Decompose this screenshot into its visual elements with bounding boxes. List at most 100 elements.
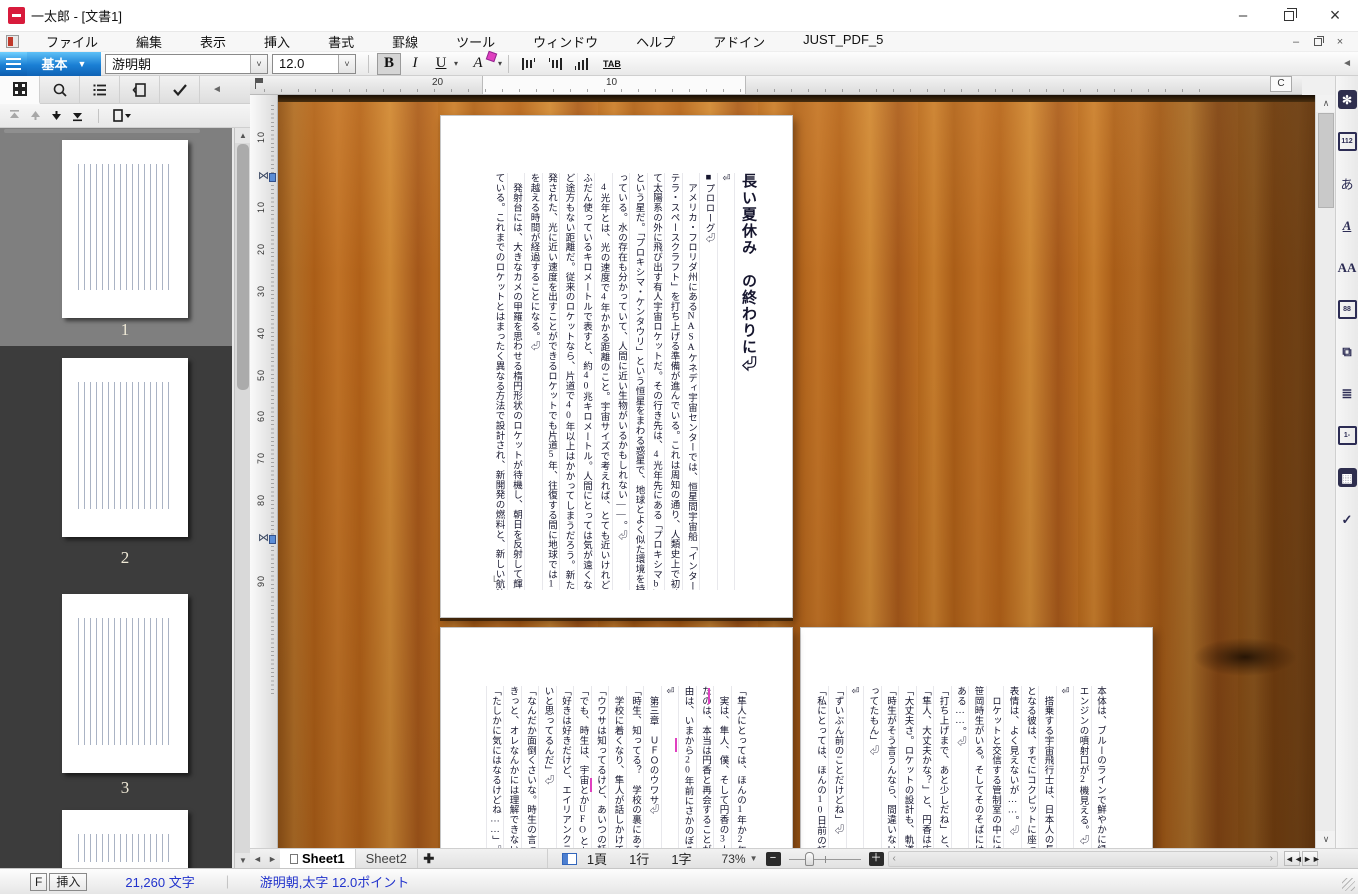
add-sheet-button[interactable]: ✚ [418, 851, 440, 867]
tab-settings-button[interactable]: TAB [603, 59, 621, 69]
document-horizontal-scrollbar[interactable]: ‹ › [888, 851, 1279, 867]
sidebar-collapse-button[interactable]: ◄ [206, 76, 228, 103]
scroll-up-icon[interactable]: ∧ [1316, 95, 1336, 112]
outline-lines-icon[interactable]: ≣ [1338, 384, 1357, 403]
check-mark-icon[interactable]: ✓ [1338, 510, 1357, 529]
restore-button[interactable] [1266, 0, 1312, 32]
media-clip-icon[interactable]: 88 [1338, 300, 1357, 319]
edit-mark [590, 778, 592, 792]
page-display-icon[interactable] [113, 109, 133, 122]
last-page-icon[interactable] [71, 109, 84, 122]
resize-grip[interactable] [1342, 878, 1355, 891]
document-page-3[interactable]: 「隼人にとっては、ほんの1年か2年の 実は、隼人、僕、そして円香の3人はたのは、… [440, 627, 793, 848]
checker-grid-icon[interactable]: ▦ [1338, 468, 1357, 487]
italic-button[interactable]: I [403, 53, 427, 75]
sheet-tab-2[interactable]: Sheet2 [356, 849, 418, 869]
tab-proofread[interactable] [160, 76, 200, 104]
hamburger-menu-button[interactable] [0, 52, 27, 76]
first-page-icon[interactable] [8, 109, 21, 122]
doc-restore-button[interactable] [1314, 38, 1322, 46]
zoom-slider[interactable] [789, 852, 861, 866]
menu-item[interactable]: 挿入 [245, 32, 309, 51]
sheet-next-button[interactable]: ► [265, 854, 280, 864]
close-button[interactable]: × [1312, 0, 1358, 32]
document-page-2[interactable]: 本体は、ブルーのラインで鮮やかに縁取らエンジンの噴射口が2機見える。⏎⏎ 搭乗す… [800, 627, 1153, 848]
insert-mode-button[interactable]: 挿入 [49, 873, 87, 891]
document-page-1[interactable]: 長い夏休み の終わりに⏎⏎■プロローグ⏎ アメリカ・フロリダ州にあるNASAケネ… [440, 115, 793, 618]
align-bottom-button[interactable] [569, 53, 593, 75]
scroll-right-icon[interactable]: › [1270, 853, 1273, 864]
font-size-combo[interactable]: 12.0 ˅ [272, 54, 356, 74]
thumbnail-pane-scrollbar[interactable] [4, 129, 200, 133]
bold-button[interactable]: B [377, 53, 401, 75]
chevron-down-icon[interactable]: ˅ [250, 55, 267, 73]
next-page-button[interactable]: ►► [1302, 851, 1318, 866]
status-panel-icon[interactable] [562, 853, 577, 865]
font-name-combo[interactable]: 游明朝 ˅ [105, 54, 268, 74]
underline-button[interactable]: U [429, 53, 453, 75]
tab-page-operations[interactable] [120, 76, 160, 104]
page-thumbnail-1[interactable] [62, 140, 188, 318]
sheet-prev-button[interactable]: ◄ [250, 854, 265, 864]
margin-marker-bottom[interactable]: ⋈ [258, 533, 269, 543]
scrollbar-thumb[interactable] [1318, 113, 1334, 208]
font-size-icon[interactable]: AA [1338, 258, 1357, 277]
page-number-icon[interactable]: 1- [1338, 426, 1357, 445]
column-marker[interactable]: C [1270, 76, 1292, 92]
tab-search[interactable] [40, 76, 80, 104]
scroll-down-icon[interactable]: ▼ [235, 853, 251, 868]
scroll-down-icon[interactable]: ∨ [1316, 831, 1336, 848]
zoom-in-button[interactable]: ＋ [869, 852, 884, 866]
scroll-up-icon[interactable]: ▲ [235, 128, 251, 143]
tab-thumbnails[interactable] [0, 76, 40, 104]
document-canvas[interactable]: 長い夏休み の終わりに⏎⏎■プロローグ⏎ アメリカ・フロリダ州にあるNASAケネ… [278, 95, 1315, 848]
page-thumbnail-4[interactable] [62, 810, 188, 868]
scrollbar-thumb[interactable] [237, 144, 249, 390]
toolbar-collapse-button[interactable]: ◄ [1342, 58, 1352, 69]
zoom-level[interactable]: 73% [722, 852, 746, 866]
menu-item[interactable]: アドイン [694, 32, 784, 51]
zoom-slider-handle[interactable] [805, 852, 814, 866]
font-style-icon[interactable]: A [1338, 216, 1357, 235]
scroll-left-icon[interactable]: ‹ [893, 853, 896, 864]
doc-close-button[interactable]: × [1332, 36, 1348, 48]
align-center-button[interactable] [543, 53, 567, 75]
calendar-icon[interactable]: 112 [1338, 132, 1357, 151]
sidebar-scrollbar[interactable]: ▲ ▼ [234, 128, 250, 868]
margin-marker-top[interactable]: ⋈ [258, 171, 269, 181]
menu-item[interactable]: ウィンドウ [514, 32, 617, 51]
flag-icon[interactable] [253, 77, 265, 89]
menu-item[interactable]: 書式 [309, 32, 373, 51]
zoom-dropdown-icon[interactable]: ▼ [750, 854, 758, 863]
prev-page-button[interactable]: ◄◄ [1284, 851, 1300, 866]
f-mode-button[interactable]: F [30, 873, 47, 891]
menu-item[interactable]: JUST_PDF_5 [784, 32, 902, 51]
font-status: 游明朝,太字 12.0ポイント [260, 872, 410, 891]
document-vertical-scrollbar[interactable]: ∧ ∨ [1315, 95, 1335, 848]
menu-item[interactable]: 罫線 [373, 32, 437, 51]
text-column: ⏎ [1056, 686, 1074, 848]
align-top-button[interactable] [517, 53, 541, 75]
minimize-button[interactable]: – [1220, 0, 1266, 32]
next-page-icon[interactable] [50, 109, 63, 122]
prev-page-icon[interactable] [29, 109, 42, 122]
doc-minimize-button[interactable]: – [1288, 36, 1304, 48]
font-color-button[interactable]: A [466, 53, 490, 75]
flower-palette-icon[interactable]: ✻ [1338, 90, 1357, 109]
underline-dropdown[interactable]: ▾ [454, 59, 458, 68]
menu-item[interactable]: ツール [437, 32, 514, 51]
style-set-button[interactable]: 基本 ▼ [27, 52, 101, 76]
font-color-dropdown[interactable]: ▾ [498, 59, 502, 68]
chevron-down-icon[interactable]: ˅ [338, 55, 355, 73]
kana-input-icon[interactable]: あ [1338, 174, 1357, 193]
menu-item[interactable]: 編集 [117, 32, 181, 51]
copy-pages-icon[interactable]: ⧉ [1338, 342, 1357, 361]
menu-item[interactable]: 表示 [181, 32, 245, 51]
page-thumbnail-2[interactable] [62, 358, 188, 537]
menu-item[interactable]: ヘルプ [617, 32, 694, 51]
tab-outline[interactable] [80, 76, 120, 104]
sheet-tab-1[interactable]: Sheet1 [280, 849, 356, 869]
zoom-out-button[interactable]: − [766, 852, 781, 866]
page-thumbnail-3[interactable] [62, 594, 188, 773]
menu-item[interactable]: ファイル [27, 32, 117, 51]
